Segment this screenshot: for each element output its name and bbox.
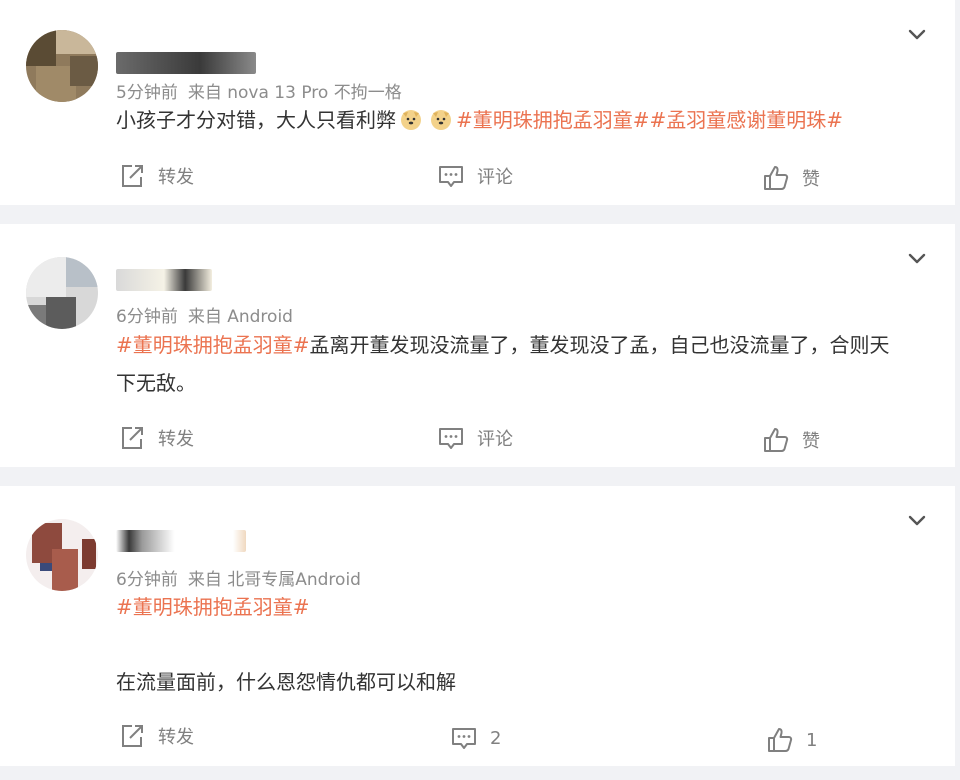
thumbs-up-icon [764,166,789,190]
comment-button[interactable]: 评论 [437,162,513,190]
post-meta: 6分钟前 来自 Android [116,302,303,327]
doge-emoji-icon [401,110,421,130]
doge-emoji-icon [431,110,451,130]
post-card: 5分钟前 来自 nova 13 Pro 不拘一格 小孩子才分对错，大人只看利弊 #董… [0,0,955,205]
repost-label: 转发 [158,167,194,188]
repost-label: 转发 [158,727,194,748]
topic-tag[interactable]: #孟羽童感谢董明珠# [650,108,844,132]
comment-icon [439,166,463,187]
post-text-line: 孟离开董发现没流量了，董发现没了孟，自己也没流量了，合则天 [309,333,890,357]
thumbs-up-icon [768,728,793,752]
post-source: 来自 nova 13 Pro 不拘一格 [187,83,402,103]
post-text: 在流量面前，什么恩怨情仇都可以和解 [116,663,926,701]
like-button[interactable]: 赞 [762,426,820,454]
chevron-down-icon[interactable] [905,246,929,270]
topic-tag[interactable]: #董明珠拥抱孟羽童# [116,595,310,619]
topic-tag[interactable]: #董明珠拥抱孟羽童# [116,333,310,357]
like-button[interactable]: 赞 [762,164,820,192]
comment-count: 2 [490,727,502,749]
post-source: 来自 Android [187,307,293,327]
repost-icon [122,165,143,187]
post-text-body: 小孩子才分对错，大人只看利弊 [116,108,396,132]
post-text-body: 在流量面前，什么恩怨情仇都可以和解 [116,670,456,694]
post-time: 6分钟前 [116,307,178,327]
post-time: 5分钟前 [116,83,178,103]
repost-button[interactable]: 转发 [118,162,194,190]
repost-button[interactable]: 转发 [118,722,194,750]
post-source: 来自 北哥专属Android [187,570,361,590]
repost-icon [122,427,143,449]
like-label: 赞 [802,431,820,452]
post-time: 6分钟前 [116,570,178,590]
avatar[interactable] [26,257,98,329]
comment-icon [452,728,476,749]
like-count: 1 [806,729,818,751]
comment-button[interactable]: 2 [450,724,501,752]
post-text: 小孩子才分对错，大人只看利弊 #董明珠拥抱孟羽童##孟羽童感谢董明珠# [116,101,926,139]
post-text: #董明珠拥抱孟羽童#孟离开董发现没流量了，董发现没了孟，自己也没流量了，合则天下… [116,326,926,402]
comment-icon [439,428,463,449]
post-meta: 6分钟前 来自 北哥专属Android [116,565,371,590]
like-button[interactable]: 1 [766,726,817,754]
thumbs-up-icon [764,428,789,452]
avatar[interactable] [26,519,98,591]
repost-icon [122,725,143,747]
chevron-down-icon[interactable] [905,22,929,46]
repost-button[interactable]: 转发 [118,424,194,452]
post-card: 6分钟前 来自 Android #董明珠拥抱孟羽童#孟离开董发现没流量了，董发现没… [0,224,955,467]
post-tag-line: #董明珠拥抱孟羽童# [116,588,926,626]
chevron-down-icon[interactable] [905,508,929,532]
topic-tag[interactable]: #董明珠拥抱孟羽童# [456,108,650,132]
comment-label: 评论 [477,167,513,188]
repost-label: 转发 [158,429,194,450]
username-redacted[interactable] [116,530,246,552]
username-redacted[interactable] [116,52,256,74]
post-card: 6分钟前 来自 北哥专属Android #董明珠拥抱孟羽童# 在流量面前，什么恩怨… [0,486,955,766]
comment-button[interactable]: 评论 [437,424,513,452]
like-label: 赞 [802,169,820,190]
username-redacted[interactable] [116,269,212,291]
comment-label: 评论 [477,429,513,450]
avatar[interactable] [26,30,98,102]
post-meta: 5分钟前 来自 nova 13 Pro 不拘一格 [116,78,412,103]
post-text-line: 下无敌。 [116,371,196,395]
